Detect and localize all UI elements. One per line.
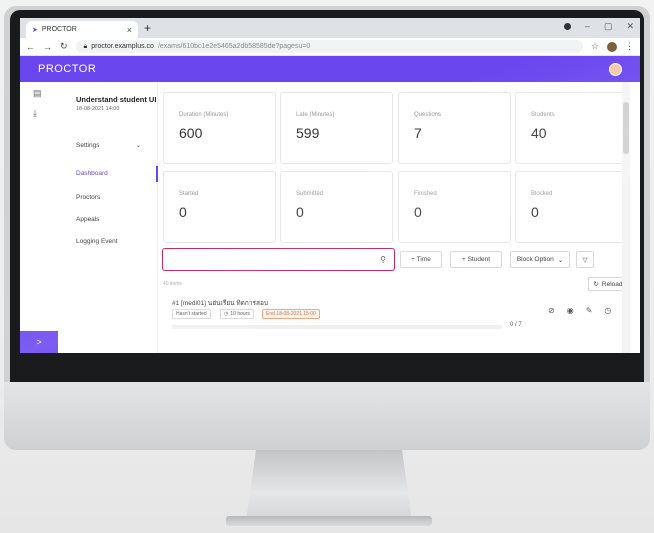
refresh-icon[interactable]: ↻: [60, 41, 68, 52]
sidebar-item-settings[interactable]: Settings: [76, 142, 100, 149]
scrollbar[interactable]: [622, 82, 630, 353]
minimize-icon[interactable]: –: [585, 21, 590, 32]
stat-label: Duration (Minutes): [179, 112, 229, 118]
stat-label: Started: [179, 191, 199, 197]
sidebar-item-logging-event[interactable]: Logging Event: [76, 238, 118, 245]
dashboard-main: Duration (Minutes) 600 Late (Minutes) 59…: [160, 82, 630, 353]
tab-title: PROCTOR: [41, 26, 77, 33]
side-menu: Understand student UI 18-08-2021 14:00 S…: [58, 82, 158, 353]
forward-icon[interactable]: →: [43, 42, 52, 52]
proctor-favicon-icon: ➤: [32, 26, 38, 34]
url-host: proctor.examplus.co: [91, 43, 154, 50]
user-avatar[interactable]: [609, 62, 622, 76]
stat-value: 0: [531, 204, 539, 220]
stat-card-duration: Duration (Minutes) 600: [163, 92, 276, 164]
progress-label: 0 / 7: [510, 322, 522, 328]
app-body: ▤ ⤓ > Understand student UI 18-08-2021 1…: [20, 82, 640, 353]
sidebar-item-dashboard[interactable]: Dashboard: [76, 170, 108, 177]
download-icon[interactable]: ⤓: [33, 108, 37, 119]
stat-label: Blocked: [531, 191, 553, 197]
reload-icon: ↻: [593, 281, 599, 288]
stat-label: Submitted: [296, 191, 324, 197]
restore-icon[interactable]: ▢: [604, 21, 613, 32]
stat-label: Late (Minutes): [296, 112, 335, 118]
scrollbar-thumb[interactable]: [623, 102, 629, 154]
url-path: /exams/610bc1e2e5465a2db58585de?pagesu=0: [157, 43, 311, 50]
screen: ➤ PROCTOR × + – ▢ ✕ ← → ↻ 🔒︎ proctor.exa…: [20, 18, 640, 353]
exam-title: Understand student UI: [76, 95, 157, 104]
stat-card-started: Started 0: [163, 171, 276, 243]
time-badge: ◷ 10 hours: [220, 309, 254, 319]
monitor-chin: [4, 382, 650, 450]
block-option-label: Block Option: [516, 256, 554, 263]
browser-tab[interactable]: ➤ PROCTOR ×: [26, 21, 138, 38]
stat-value: 600: [179, 125, 203, 141]
items-count: 40 items: [163, 281, 182, 287]
icon-rail: ▤ ⤓ >: [20, 82, 58, 353]
back-icon[interactable]: ←: [26, 42, 35, 52]
expand-sidebar-button[interactable]: >: [20, 331, 58, 353]
url-field[interactable]: 🔒︎ proctor.examplus.co/exams/610bc1e2e54…: [75, 40, 583, 53]
lock-icon: 🔒︎: [83, 42, 88, 50]
exam-date: 18-08-2021 14:00: [76, 106, 120, 112]
filter-icon[interactable]: ▽: [576, 251, 594, 268]
stat-card-finished: Finished 0: [398, 171, 511, 243]
add-time-button[interactable]: + Time: [400, 251, 442, 268]
window-controls: – ▢ ✕: [563, 21, 634, 32]
stat-card-late: Late (Minutes) 599: [280, 92, 393, 164]
stat-card-blocked: Blocked 0: [515, 171, 628, 243]
stat-label: Finished: [414, 191, 437, 197]
clock-icon[interactable]: ◷: [604, 306, 611, 315]
chevron-right-icon: >: [36, 337, 42, 347]
status-badge: Hasn't started: [172, 309, 211, 319]
stat-card-submitted: Submitted 0: [280, 171, 393, 243]
browser-tabbar: ➤ PROCTOR × + – ▢ ✕: [20, 18, 640, 38]
stat-card-questions: Questions 7: [398, 92, 511, 164]
close-window-icon[interactable]: ✕: [626, 21, 634, 32]
exam-list-icon[interactable]: ▤: [33, 88, 42, 99]
student-row-title[interactable]: #1 [medi01] นฮ่นเรียน ทิดการสอบ: [172, 298, 268, 308]
new-tab-button[interactable]: +: [144, 21, 151, 35]
browser-menu-icon[interactable]: ⋮: [625, 41, 634, 52]
active-indicator: [156, 166, 158, 182]
stat-label: Students: [531, 112, 555, 118]
add-student-button[interactable]: + Student: [450, 251, 502, 268]
search-icon[interactable]: ⚲: [380, 255, 386, 264]
time-badge-label: 10 hours: [230, 311, 250, 317]
stat-value: 40: [531, 125, 547, 141]
reload-label: Reload: [601, 280, 623, 288]
monitor-stand: [246, 450, 412, 522]
bookmark-star-icon[interactable]: ☆: [591, 41, 599, 52]
sidebar-item-appeals[interactable]: Appeals: [76, 216, 100, 223]
chevron-down-icon[interactable]: ⌄: [136, 142, 141, 149]
edit-icon[interactable]: ✎: [586, 306, 593, 315]
search-input[interactable]: ⚲: [162, 248, 395, 271]
record-icon[interactable]: [563, 23, 571, 30]
row-actions: ⊘ ◉ ✎ ◷: [548, 306, 611, 315]
stat-value: 7: [414, 125, 422, 141]
block-icon[interactable]: ⊘: [548, 306, 555, 315]
stat-card-students: Students 40: [515, 92, 628, 164]
app-header: PROCTOR: [20, 56, 640, 82]
block-option-select[interactable]: Block Option ⌄: [510, 251, 570, 268]
monitor-stand-base: [226, 516, 432, 526]
progress-bar: [172, 325, 502, 329]
clock-icon: ◷: [224, 311, 229, 317]
stat-value: 0: [414, 204, 422, 220]
chevron-down-icon: ⌄: [557, 256, 564, 264]
browser-profile-avatar[interactable]: [607, 41, 617, 52]
stat-label: Questions: [414, 112, 442, 118]
tab-close-icon[interactable]: ×: [127, 25, 132, 35]
stat-value: 599: [296, 125, 320, 141]
stat-value: 0: [296, 204, 304, 220]
browser-address-bar: ← → ↻ 🔒︎ proctor.examplus.co/exams/610bc…: [20, 38, 640, 56]
view-icon[interactable]: ◉: [567, 306, 574, 315]
app-brand[interactable]: PROCTOR: [38, 63, 96, 75]
end-time-badge: End 18-08-2021 15:00: [262, 309, 320, 319]
stat-value: 0: [179, 204, 187, 220]
sidebar-item-proctors[interactable]: Proctors: [76, 194, 100, 201]
